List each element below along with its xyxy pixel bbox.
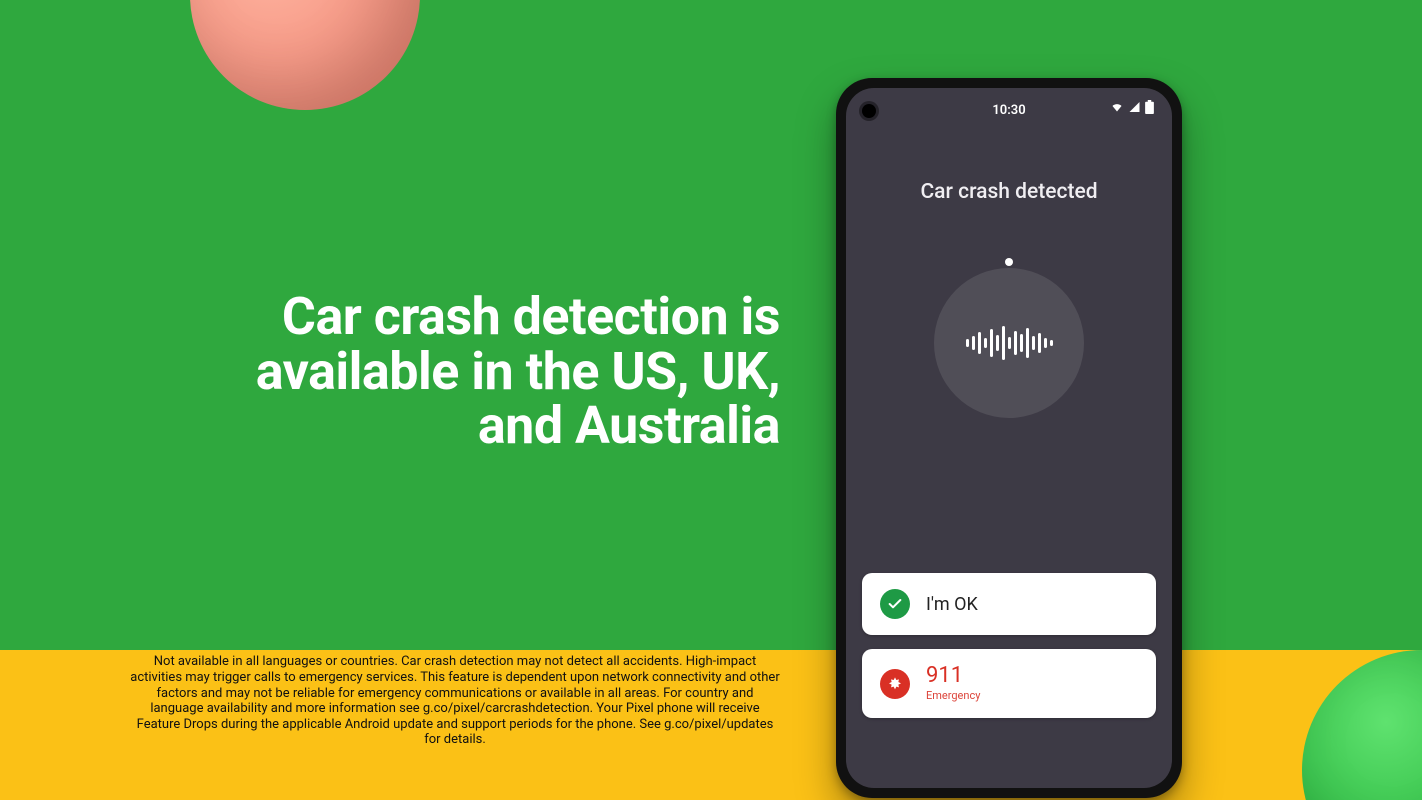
listening-indicator	[934, 268, 1084, 418]
progress-dot-icon	[1005, 258, 1013, 266]
decorative-sphere-pink	[190, 0, 420, 110]
promo-stage: Car crash detection is available in the …	[0, 0, 1422, 800]
action-cards: I'm OK 911 Emergency	[862, 573, 1156, 718]
emergency-text: 911 Emergency	[926, 665, 980, 702]
checkmark-icon	[880, 589, 910, 619]
emergency-number: 911	[926, 665, 980, 687]
call-emergency-button[interactable]: 911 Emergency	[862, 649, 1156, 718]
status-time: 10:30	[992, 103, 1025, 118]
phone-screen: 10:30 Car crash detected	[846, 88, 1172, 788]
phone-frame: 10:30 Car crash detected	[836, 78, 1182, 798]
signal-icon	[1128, 101, 1141, 113]
im-ok-label: I'm OK	[926, 594, 978, 615]
screen-title: Car crash detected	[846, 180, 1172, 204]
emergency-icon	[880, 669, 910, 699]
status-icons	[1110, 100, 1154, 114]
im-ok-button[interactable]: I'm OK	[862, 573, 1156, 635]
battery-icon	[1145, 100, 1154, 114]
disclaimer-text: Not available in all languages or countr…	[130, 654, 780, 748]
wifi-icon	[1110, 101, 1124, 113]
headline-text: Car crash detection is available in the …	[220, 290, 780, 454]
emergency-sublabel: Emergency	[926, 689, 980, 702]
waveform-icon	[966, 326, 1053, 360]
